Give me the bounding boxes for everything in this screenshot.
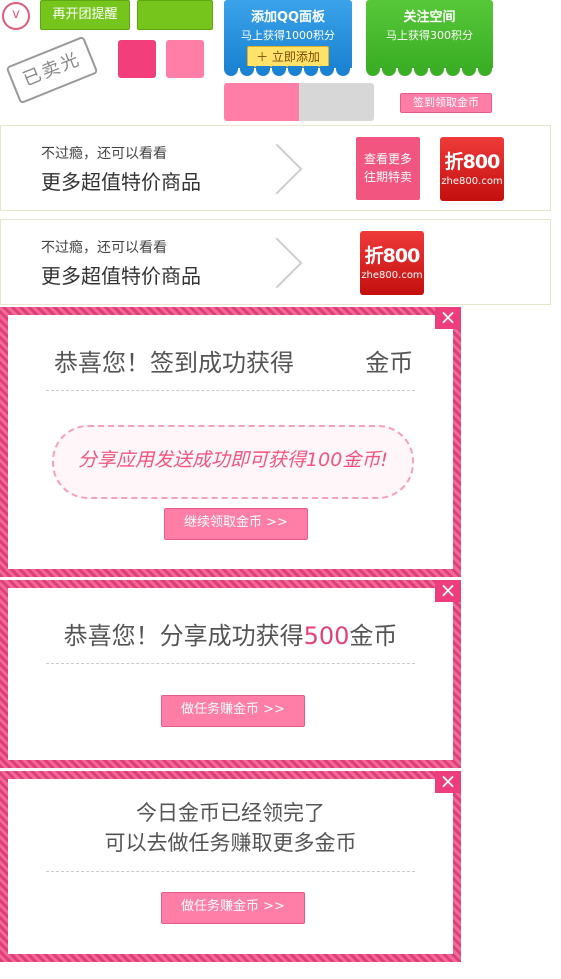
- do-tasks-button[interactable]: 做任务赚金币 >>: [161, 892, 305, 924]
- more-deals-banner: 不过瘾，还可以看看 更多超值特价商品 查看更多 往期特卖 折800 zhe800.…: [0, 125, 551, 211]
- close-icon[interactable]: ×: [435, 771, 461, 793]
- sold-out-stamp: 已卖光: [5, 35, 99, 105]
- coin-amount: 500: [303, 622, 350, 650]
- banner-title: 更多超值特价商品: [41, 170, 201, 194]
- dashed-divider: [46, 390, 415, 391]
- view-more-button[interactable]: 查看更多 往期特卖: [356, 137, 420, 200]
- follow-space-ribbon[interactable]: 关注空间 马上获得300积分: [366, 0, 493, 76]
- qq-panel-subtitle: 马上获得1000积分: [241, 29, 335, 42]
- qq-panel-title: 添加QQ面板: [250, 10, 326, 25]
- follow-space-subtitle: 马上获得300积分: [386, 29, 473, 42]
- pink-swatch: [166, 40, 204, 78]
- ribbon-scallop: [224, 66, 352, 76]
- remind-again-button[interactable]: 再开团提醒: [40, 0, 130, 30]
- dialog-title-text: 恭喜您！签到成功获得: [54, 349, 294, 377]
- banner-title: 更多超值特价商品: [41, 264, 201, 288]
- ribbon-scallop: [366, 66, 493, 76]
- continue-collect-coins-button[interactable]: 继续领取金币 >>: [164, 508, 308, 540]
- zhe800-logo-text: 折800: [364, 245, 421, 267]
- zhe800-logo-url: zhe800.com: [361, 270, 423, 281]
- zhe800-logo[interactable]: 折800 zhe800.com: [440, 137, 504, 201]
- share-tip-cloud: 分享应用发送成功即可获得100金币!: [52, 425, 414, 499]
- close-icon[interactable]: ×: [435, 307, 461, 329]
- dialog-message-line2: 可以去做任务赚取更多金币: [104, 831, 357, 855]
- add-qq-panel-ribbon[interactable]: 添加QQ面板 马上获得1000积分 ＋ 立即添加: [224, 0, 352, 76]
- dialog-message-line1: 今日金币已经领完了: [136, 801, 325, 825]
- dialog-title: 恭喜您！签到成功获得 金币: [54, 343, 453, 378]
- follow-space-title: 关注空间: [403, 10, 456, 25]
- toggle-off-segment[interactable]: [299, 83, 374, 121]
- dashed-divider: [46, 663, 415, 664]
- dialog-title-unit: 金币: [365, 349, 414, 377]
- do-tasks-button[interactable]: 做任务赚金币 >>: [161, 695, 305, 727]
- zhe800-logo-text: 折800: [444, 151, 501, 173]
- clock-icon: v: [2, 2, 30, 30]
- close-icon[interactable]: ×: [435, 580, 461, 602]
- green-blank-button[interactable]: [137, 0, 213, 30]
- dialog-title: 恭喜您！分享成功获得500金币: [8, 616, 453, 651]
- banner-subtitle: 不过瘾，还可以看看: [41, 240, 167, 256]
- dashed-divider: [46, 871, 415, 872]
- coins-exhausted-dialog: × 今日金币已经领完了 可以去做任务赚取更多金币 做任务赚金币 >>: [0, 771, 461, 962]
- signin-success-dialog: × 恭喜您！签到成功获得 金币 分享应用发送成功即可获得100金币! 继续领取金…: [0, 307, 461, 577]
- zhe800-logo-url: zhe800.com: [441, 176, 503, 187]
- more-deals-banner: 不过瘾，还可以看看 更多超值特价商品 折800 zhe800.com: [0, 219, 551, 305]
- banner-subtitle: 不过瘾，还可以看看: [41, 146, 167, 162]
- chevron-right-icon: [251, 143, 303, 195]
- toggle-on-segment[interactable]: [224, 83, 299, 121]
- add-now-button[interactable]: ＋ 立即添加: [247, 46, 329, 67]
- add-now-label: 立即添加: [271, 50, 320, 64]
- share-success-dialog: × 恭喜您！分享成功获得500金币 做任务赚金币 >>: [0, 580, 461, 768]
- dialog-title-text: 恭喜您！分享成功获得: [63, 622, 304, 650]
- dialog-title-unit: 金币: [349, 622, 398, 650]
- zhe800-logo[interactable]: 折800 zhe800.com: [360, 231, 424, 295]
- chevron-right-icon: [251, 237, 303, 289]
- pink-swatch-hover: [118, 40, 156, 78]
- signin-coins-button[interactable]: 签到领取金币: [400, 93, 492, 113]
